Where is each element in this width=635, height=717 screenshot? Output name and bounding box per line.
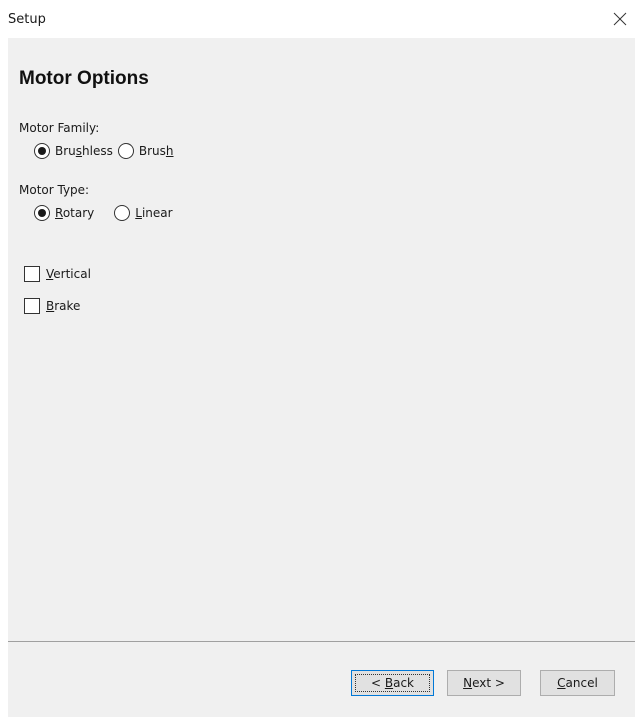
radio-linear-label: Linear — [135, 206, 173, 220]
mnemonic: R — [55, 206, 63, 220]
close-icon — [613, 12, 627, 26]
close-button[interactable] — [605, 6, 635, 32]
mnemonic: C — [557, 676, 566, 690]
radio-selected-dot — [38, 209, 46, 217]
motor-family-group: Brushless Brush — [34, 142, 174, 160]
motor-family-label: Motor Family: — [19, 121, 100, 135]
radio-rotary[interactable]: Rotary — [34, 205, 94, 221]
mnemonic: L — [135, 206, 142, 220]
radio-brushless-circle[interactable] — [34, 143, 50, 159]
checkbox-brake-box[interactable] — [24, 298, 40, 314]
checkbox-vertical-label: Vertical — [46, 267, 91, 281]
next-button[interactable]: Next > — [447, 670, 521, 696]
radio-rotary-circle[interactable] — [34, 205, 50, 221]
button-bar: < Back Next > Cancel — [8, 642, 635, 717]
radio-brushless-label: Brushless — [55, 144, 113, 158]
cancel-button-label: Cancel — [557, 676, 598, 690]
mnemonic: N — [463, 676, 473, 690]
motor-type-group: Rotary Linear — [34, 204, 173, 222]
page-title: Motor Options — [19, 68, 149, 89]
checkbox-vertical[interactable]: Vertical — [24, 265, 91, 283]
mnemonic: B — [384, 676, 394, 690]
window-title: Setup — [8, 12, 46, 27]
content-panel: Motor Options Motor Family: Brushless Br… — [8, 38, 635, 641]
checkbox-vertical-box[interactable] — [24, 266, 40, 282]
radio-linear-circle[interactable] — [114, 205, 131, 221]
radio-brush-label: Brush — [138, 144, 174, 158]
checkbox-brake-label: Brake — [46, 299, 81, 313]
radio-rotary-label: Rotary — [55, 206, 95, 220]
motor-type-label: Motor Type: — [19, 183, 90, 197]
back-button[interactable]: < Back — [351, 670, 434, 696]
next-button-label: Next > — [463, 676, 505, 690]
setup-window: Setup Motor Options Motor Family: Brushl… — [0, 0, 635, 717]
title-bar: Setup — [0, 0, 635, 38]
checkbox-brake[interactable]: Brake — [24, 297, 80, 315]
radio-brushless[interactable]: Brushless — [34, 143, 113, 159]
back-button-label: < Back — [370, 676, 414, 690]
radio-brush[interactable]: Brush — [117, 143, 174, 159]
radio-selected-dot — [38, 147, 46, 155]
mnemonic: h — [165, 144, 174, 158]
radio-linear[interactable]: Linear — [114, 205, 173, 221]
radio-brush-circle[interactable] — [117, 143, 134, 159]
mnemonic: B — [46, 299, 55, 313]
cancel-button[interactable]: Cancel — [540, 670, 615, 696]
